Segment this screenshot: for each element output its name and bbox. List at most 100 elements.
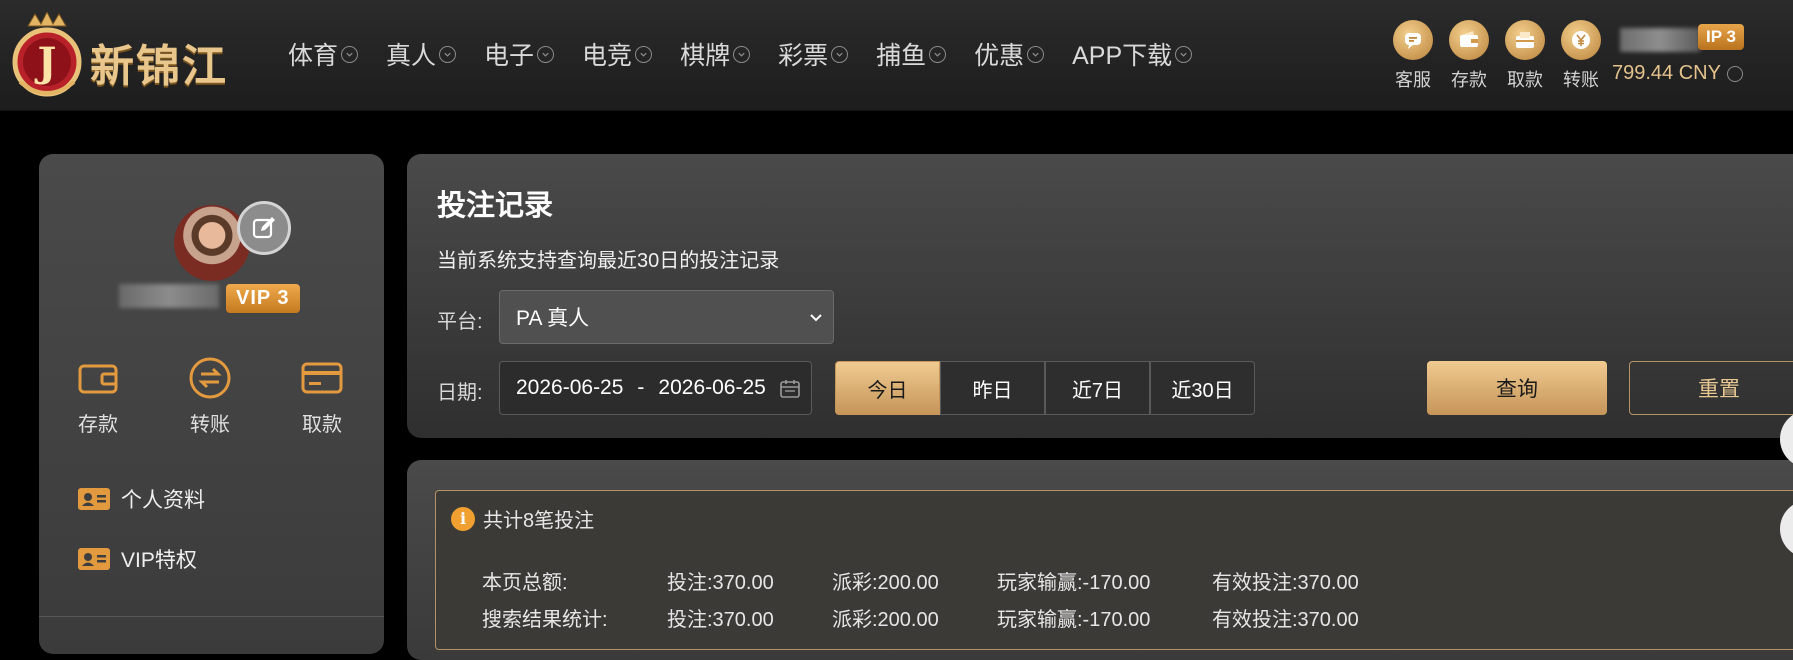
chevron-down-icon: [810, 314, 822, 322]
query-button[interactable]: 查询: [1427, 361, 1607, 415]
bet-record-filter-panel: 投注记录 当前系统支持查询最近30日的投注记录 平台: PA 真人 日期: 20…: [407, 154, 1793, 438]
logo-emblem-icon: J: [12, 12, 82, 97]
transfer-button[interactable]: 转账: [1553, 20, 1609, 92]
date-separator: -: [637, 376, 645, 399]
nav-label: 电竞: [582, 42, 633, 70]
menu-label: VIP特权: [121, 549, 197, 572]
nav-label: 捕鱼: [876, 42, 927, 70]
row-label: 本页总额:: [482, 572, 568, 594]
range-today-button[interactable]: 今日: [835, 361, 940, 415]
summary-box: i 共计8笔投注 本页总额: 投注:370.00 派彩:200.00 玩家输赢:…: [435, 490, 1793, 650]
platform-select[interactable]: PA 真人: [499, 290, 834, 344]
date-from: 2026-06-25: [516, 376, 624, 399]
win-loss-amount: 玩家输赢:-170.00: [997, 609, 1151, 631]
sidebar-withdraw-button[interactable]: 取款: [277, 354, 367, 437]
nav-item-promotions[interactable]: 优惠: [974, 36, 1045, 72]
chat-icon: [1393, 20, 1433, 60]
card-icon: [301, 362, 343, 394]
nav-item-esports[interactable]: 电竞: [582, 36, 653, 72]
chevron-down-icon: [1726, 65, 1743, 82]
withdraw-button[interactable]: 取款: [1497, 20, 1553, 92]
nav-item-fishing[interactable]: 捕鱼: [876, 36, 947, 72]
bet-summary-panel: i 共计8笔投注 本页总额: 投注:370.00 派彩:200.00 玩家输赢:…: [407, 460, 1793, 660]
info-icon: i: [451, 506, 475, 531]
brand-logo[interactable]: J 新锦江: [6, 8, 246, 104]
deposit-button[interactable]: 存款: [1441, 20, 1497, 92]
vip-badge: VIP 3: [226, 284, 300, 313]
platform-value: PA 真人: [516, 307, 590, 330]
reset-button[interactable]: 重置: [1629, 361, 1793, 415]
chevron-down-icon: [439, 45, 457, 63]
sidebar-transfer-button[interactable]: 转账: [165, 354, 255, 437]
user-sidebar: VIP 3 存款 转账 取款 个人资料 VIP特权: [39, 154, 384, 654]
username-masked: [1620, 28, 1700, 52]
bet-amount: 投注:370.00: [667, 609, 774, 631]
nav-item-lottery[interactable]: 彩票: [778, 36, 849, 72]
tool-label: 存款: [1451, 70, 1487, 90]
date-range-picker[interactable]: 2026-06-25 - 2026-06-25: [499, 361, 812, 415]
transfer-icon: [189, 357, 231, 399]
edit-profile-button[interactable]: [237, 201, 291, 255]
chevron-down-icon: [733, 45, 751, 63]
chevron-down-icon: [1027, 45, 1045, 63]
sidebar-deposit-button[interactable]: 存款: [53, 354, 143, 437]
nav-label: 棋牌: [680, 42, 731, 70]
atm-icon: [1505, 20, 1545, 60]
account-summary[interactable]: IP 3 799.44 CNY: [1612, 22, 1787, 92]
tool-label: 取款: [1507, 70, 1543, 90]
valid-bet-amount: 有效投注:370.00: [1212, 609, 1359, 631]
payout-amount: 派彩:200.00: [832, 572, 939, 594]
quick-range-group: 今日 昨日 近7日 近30日: [835, 361, 1255, 415]
nav-item-sports[interactable]: 体育: [288, 36, 359, 72]
quick-label: 存款: [78, 414, 118, 436]
summary-header: i 共计8笔投注: [451, 504, 594, 533]
calendar-icon: [780, 380, 800, 398]
page-title: 投注记录: [437, 190, 554, 222]
win-loss-amount: 玩家输赢:-170.00: [997, 572, 1151, 594]
nav-label: 电子: [484, 42, 535, 70]
valid-bet-amount: 有效投注:370.00: [1212, 572, 1359, 594]
chevron-down-icon: [635, 45, 653, 63]
id-card-icon: [78, 548, 110, 570]
bet-count: 共计8笔投注: [483, 510, 595, 532]
nav-item-app-download[interactable]: APP下载: [1072, 36, 1193, 72]
menu-label: 个人资料: [121, 489, 205, 512]
nav-item-cards[interactable]: 棋牌: [680, 36, 751, 72]
date-to: 2026-06-25: [658, 376, 766, 399]
range-30days-button[interactable]: 近30日: [1150, 361, 1255, 415]
balance-display[interactable]: 799.44 CNY: [1612, 62, 1743, 85]
wallet-icon: [1449, 20, 1489, 60]
top-bar: J 新锦江 体育 真人 电子 电竞 棋牌 彩票 捕鱼 优惠 APP下载 客服 存…: [0, 0, 1793, 111]
nav-label: 彩票: [778, 42, 829, 70]
header-tools: 客服 存款 取款 转账: [1385, 20, 1609, 92]
platform-label: 平台:: [437, 311, 483, 333]
brand-name: 新锦江: [90, 41, 228, 92]
chevron-down-icon: [537, 45, 555, 63]
range-yesterday-button[interactable]: 昨日: [940, 361, 1045, 415]
edit-icon: [252, 217, 275, 239]
row-label: 搜索结果统计:: [482, 609, 608, 631]
tool-label: 转账: [1563, 70, 1599, 90]
nav-item-slots[interactable]: 电子: [484, 36, 555, 72]
date-label: 日期:: [437, 382, 483, 404]
chevron-down-icon: [831, 45, 849, 63]
chevron-down-icon: [341, 45, 359, 63]
vip-badge: IP 3: [1698, 24, 1744, 50]
divider: [39, 616, 384, 617]
sidebar-item-vip[interactable]: VIP特权: [77, 544, 197, 574]
id-card-icon: [78, 488, 110, 510]
nav-item-live[interactable]: 真人: [386, 36, 457, 72]
quick-label: 取款: [302, 414, 342, 436]
username-masked: [119, 284, 219, 308]
nav-label: 优惠: [974, 42, 1025, 70]
range-7days-button[interactable]: 近7日: [1045, 361, 1150, 415]
nav-label: APP下载: [1072, 42, 1173, 70]
sidebar-item-profile[interactable]: 个人资料: [77, 484, 205, 514]
customer-service-button[interactable]: 客服: [1385, 20, 1441, 92]
quick-label: 转账: [190, 414, 230, 436]
page-subtitle: 当前系统支持查询最近30日的投注记录: [437, 250, 780, 272]
chevron-down-icon: [929, 45, 947, 63]
nav-label: 体育: [288, 42, 339, 70]
payout-amount: 派彩:200.00: [832, 609, 939, 631]
main-nav: 体育 真人 电子 电竞 棋牌 彩票 捕鱼 优惠 APP下载: [288, 36, 1220, 72]
